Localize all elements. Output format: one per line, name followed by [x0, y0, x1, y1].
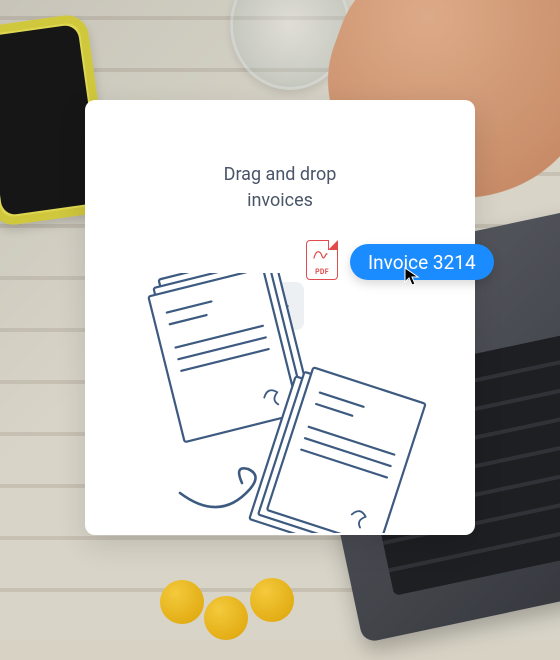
invoices-illustration — [85, 273, 475, 533]
dropzone-title-line1: Drag and drop — [224, 164, 337, 185]
file-extension-label: PDF — [307, 268, 337, 276]
dragged-file-name: Invoice 3214 — [368, 251, 476, 274]
pdf-file-icon: PDF — [306, 240, 338, 280]
decor-balls — [160, 560, 320, 660]
dropzone-title-line2: invoices — [247, 190, 313, 211]
upload-dropzone[interactable]: Drag and drop invoices — [85, 100, 475, 535]
dropzone-title: Drag and drop invoices — [85, 162, 475, 214]
dragged-file-chip[interactable]: Invoice 3214 — [350, 244, 494, 280]
